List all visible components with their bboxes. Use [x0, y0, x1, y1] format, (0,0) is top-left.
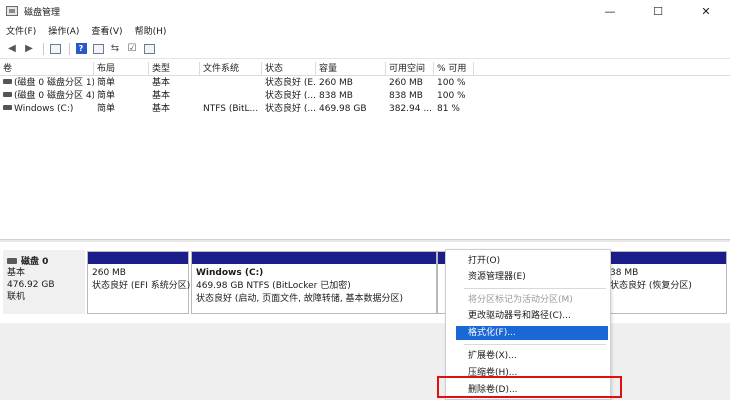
- toolbar-separator: [69, 42, 70, 55]
- table-row[interactable]: (磁盘 0 磁盘分区 1) 简单 基本 状态良好 (E... 260 MB 26…: [0, 77, 730, 90]
- volume-free-space: 838 MB: [389, 91, 423, 101]
- column-header-layout[interactable]: 布局: [94, 62, 149, 76]
- annotation-highlight-box: [437, 376, 622, 398]
- context-mark-active: 将分区标记为活动分区(M): [468, 295, 573, 305]
- volume-name: Windows (C:): [14, 104, 74, 114]
- menu-file[interactable]: 文件(F): [6, 24, 36, 37]
- volume-layout: 简单: [97, 78, 116, 88]
- volume-status: 状态良好 (...: [265, 104, 316, 114]
- menu-bar: 文件(F) 操作(A) 查看(V) 帮助(H): [0, 22, 730, 39]
- partition-bar: [192, 252, 436, 264]
- disk-status: 联机: [7, 292, 26, 302]
- volume-status: 状态良好 (...: [265, 91, 316, 101]
- volume-capacity: 838 MB: [319, 91, 353, 101]
- column-header-volume[interactable]: 卷: [0, 62, 94, 76]
- title-bar: 磁盘管理 — ☐ ✕: [0, 0, 730, 22]
- menu-view[interactable]: 查看(V): [91, 24, 122, 37]
- console-tree-icon[interactable]: [48, 42, 62, 56]
- window-title: 磁盘管理: [24, 7, 61, 18]
- column-header-free-space[interactable]: 可用空间: [386, 62, 434, 76]
- disk-0-label[interactable]: 磁盘 0 基本 476.92 GB 联机: [3, 250, 85, 314]
- volume-icon: [3, 79, 12, 84]
- volume-filesystem: [200, 77, 262, 90]
- volume-list: 卷 布局 类型 文件系统 状态 容量 可用空间 % 可用 (磁盘 0 磁盘分区 …: [0, 62, 730, 239]
- menu-help[interactable]: 帮助(H): [135, 24, 167, 37]
- help-icon[interactable]: ?: [74, 42, 88, 56]
- volume-type: 基本: [152, 78, 171, 88]
- context-format[interactable]: 格式化(F)...: [456, 326, 608, 340]
- volume-type: 基本: [152, 104, 171, 114]
- properties-icon[interactable]: [91, 42, 105, 56]
- volume-filesystem: [200, 90, 262, 103]
- disk-type: 基本: [7, 268, 26, 278]
- partition-size: 260 MB: [92, 268, 126, 278]
- partition-bar: [88, 252, 188, 264]
- volume-icon: [3, 105, 12, 110]
- column-header-status[interactable]: 状态: [262, 62, 316, 76]
- volume-type: 基本: [152, 91, 171, 101]
- menu-separator: [464, 344, 606, 345]
- partition-windows-c[interactable]: Windows (C:) 469.98 GB NTFS (BitLocker 已…: [191, 251, 437, 314]
- toolbar: ◀ ▶ ? ⇆ ☑: [0, 39, 730, 59]
- column-header-type[interactable]: 类型: [149, 62, 200, 76]
- forward-arrow-icon[interactable]: ▶: [22, 42, 36, 56]
- context-change-drive-letter[interactable]: 更改驱动器号和路径(C)...: [446, 309, 612, 323]
- list-view-icon[interactable]: [142, 42, 156, 56]
- volume-percent-free: 81 %: [437, 104, 460, 114]
- volume-capacity: 260 MB: [319, 78, 353, 88]
- volume-name: (磁盘 0 磁盘分区 1): [14, 78, 94, 88]
- volume-capacity: 469.98 GB: [319, 104, 367, 114]
- maximize-button[interactable]: ☐: [634, 0, 682, 22]
- disk-title: 磁盘 0: [21, 257, 49, 267]
- volume-percent-free: 100 %: [437, 78, 466, 88]
- back-arrow-icon[interactable]: ◀: [5, 42, 19, 56]
- volume-layout: 简单: [97, 91, 116, 101]
- partition-status: 状态良好 (启动, 页面文件, 故障转储, 基本数据分区): [196, 294, 404, 304]
- window-controls: — ☐ ✕: [586, 0, 730, 22]
- partition-status: 状态良好 (EFI 系统分区): [92, 281, 191, 291]
- menu-action[interactable]: 操作(A): [48, 24, 79, 37]
- column-header-capacity[interactable]: 容量: [316, 62, 386, 76]
- partition-efi[interactable]: 260 MB 状态良好 (EFI 系统分区): [87, 251, 191, 314]
- disk-size: 476.92 GB: [7, 280, 55, 290]
- table-row[interactable]: Windows (C:) 简单 基本 NTFS (BitL... 状态良好 (.…: [0, 103, 730, 116]
- close-button[interactable]: ✕: [682, 0, 730, 22]
- context-open[interactable]: 打开(O): [446, 254, 612, 268]
- connect-disk-icon[interactable]: ⇆: [108, 42, 122, 56]
- check-icon[interactable]: ☑: [125, 42, 139, 56]
- column-header-filesystem[interactable]: 文件系统: [200, 62, 262, 76]
- menu-separator: [464, 288, 606, 289]
- volume-icon: [3, 92, 12, 97]
- volume-free-space: 382.94 ...: [389, 104, 432, 114]
- volume-layout: 简单: [97, 104, 116, 114]
- volume-filesystem: NTFS (BitL...: [203, 104, 259, 114]
- context-explorer[interactable]: 资源管理器(E): [446, 270, 612, 284]
- minimize-button[interactable]: —: [586, 0, 634, 22]
- column-header-percent-free[interactable]: % 可用: [434, 62, 474, 76]
- context-extend-volume[interactable]: 扩展卷(X)...: [446, 349, 612, 363]
- toolbar-separator: [43, 42, 44, 55]
- volume-percent-free: 100 %: [437, 91, 466, 101]
- volume-free-space: 260 MB: [389, 78, 423, 88]
- partition-size: 469.98 GB NTFS (BitLocker 已加密): [196, 281, 351, 291]
- partition-size: 38 MB: [610, 268, 639, 278]
- disk-icon: [7, 257, 17, 264]
- partition-title: Windows (C:): [196, 268, 264, 278]
- volume-list-header: 卷 布局 类型 文件系统 状态 容量 可用空间 % 可用: [0, 62, 730, 76]
- table-row[interactable]: (磁盘 0 磁盘分区 4) 简单 基本 状态良好 (... 838 MB 838…: [0, 90, 730, 103]
- volume-name: (磁盘 0 磁盘分区 4): [14, 91, 94, 101]
- disk-management-icon: [6, 6, 18, 16]
- partition-status: 状态良好 (恢复分区): [610, 281, 692, 291]
- volume-status: 状态良好 (E...: [265, 78, 316, 88]
